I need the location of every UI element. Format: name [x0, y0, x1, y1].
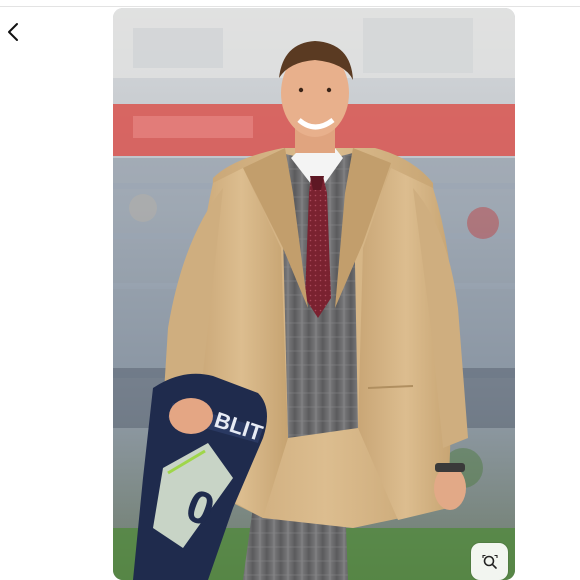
top-divider	[0, 6, 580, 7]
chevron-left-icon	[8, 23, 18, 41]
visual-search-icon	[481, 554, 498, 569]
main-photo[interactable]: BLIT 0	[113, 8, 515, 580]
back-button[interactable]: Back	[2, 20, 24, 44]
visual-search-button[interactable]: Visual search	[471, 543, 508, 580]
photo-illustration: BLIT 0	[113, 8, 515, 580]
